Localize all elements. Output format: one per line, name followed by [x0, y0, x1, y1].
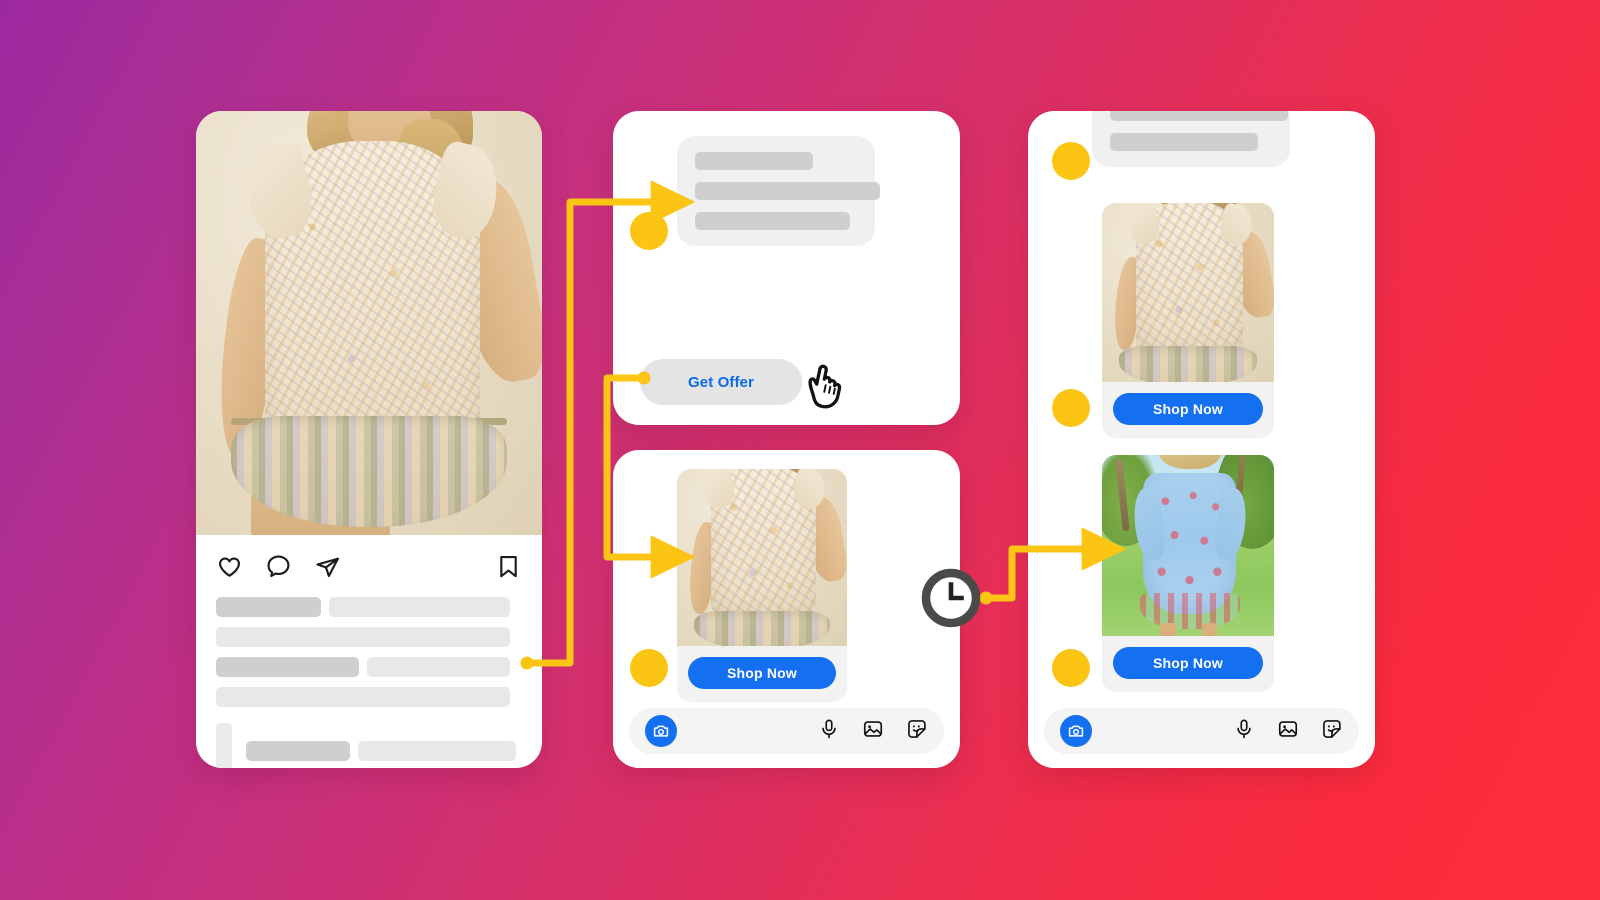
messenger-offer-panel[interactable]: Get Offer	[613, 111, 960, 425]
step-marker-2	[630, 649, 668, 687]
shop-now-button-second[interactable]: Shop Now	[1113, 647, 1263, 679]
bookmark-icon[interactable]	[495, 553, 522, 585]
message-line	[695, 182, 880, 200]
message-bubble	[1092, 111, 1290, 167]
microphone-icon[interactable]	[818, 718, 840, 745]
message-composer[interactable]	[629, 708, 944, 754]
camera-icon[interactable]	[1060, 715, 1092, 747]
message-line	[1110, 133, 1258, 151]
post-action-bar	[196, 535, 542, 597]
product-card-first[interactable]: Shop Now	[1102, 203, 1274, 438]
message-composer[interactable]	[1044, 708, 1359, 754]
messenger-product-panel[interactable]: Shop Now	[613, 450, 960, 768]
gallery-icon[interactable]	[1277, 718, 1299, 745]
sticker-icon[interactable]	[906, 718, 928, 745]
share-icon[interactable]	[314, 553, 341, 585]
skeleton-bar	[246, 741, 350, 761]
skeleton-row	[216, 627, 522, 647]
skeleton-bar	[367, 657, 510, 677]
microphone-icon[interactable]	[1233, 718, 1255, 745]
message-line	[695, 152, 813, 170]
shop-now-button[interactable]: Shop Now	[688, 657, 836, 689]
skeleton-row	[216, 687, 522, 707]
delay-clock-badge	[921, 568, 981, 628]
message-bubble	[677, 136, 880, 246]
skeleton-row	[216, 597, 522, 617]
step-marker-3	[1052, 142, 1090, 180]
poster-canvas: Get Offer Shop Now Shop Now Shop Now	[0, 0, 1600, 900]
skeleton-bar	[216, 627, 510, 647]
message-line	[1110, 111, 1288, 121]
comment-icon[interactable]	[265, 553, 292, 585]
product-image	[677, 469, 847, 646]
get-offer-button[interactable]: Get Offer	[640, 359, 802, 405]
product-card[interactable]: Shop Now	[677, 469, 847, 702]
skeleton-bar	[216, 597, 321, 617]
skeleton-bar	[216, 657, 359, 677]
step-marker-1	[630, 212, 668, 250]
message-line	[695, 212, 850, 230]
hand-pointer-cursor	[808, 364, 842, 409]
comment-avatar	[216, 723, 232, 768]
product-image-second	[1102, 455, 1274, 636]
skeleton-bar	[216, 687, 510, 707]
gallery-icon[interactable]	[862, 718, 884, 745]
skeleton-bar	[329, 597, 510, 617]
comment-skeleton	[246, 723, 522, 768]
instagram-post-card[interactable]	[196, 111, 542, 768]
product-image-first	[1102, 203, 1274, 382]
like-icon[interactable]	[216, 553, 243, 585]
camera-icon[interactable]	[645, 715, 677, 747]
skeleton-bar	[358, 741, 516, 761]
product-card-second[interactable]: Shop Now	[1102, 455, 1274, 692]
sticker-icon[interactable]	[1321, 718, 1343, 745]
step-marker-4	[1052, 389, 1090, 427]
skeleton-row	[246, 741, 522, 761]
shop-now-button-first[interactable]: Shop Now	[1113, 393, 1263, 425]
post-comment-block	[196, 723, 542, 768]
post-caption-skeleton	[196, 597, 542, 707]
step-marker-5	[1052, 649, 1090, 687]
post-photo	[196, 111, 542, 535]
skeleton-row	[216, 657, 522, 677]
